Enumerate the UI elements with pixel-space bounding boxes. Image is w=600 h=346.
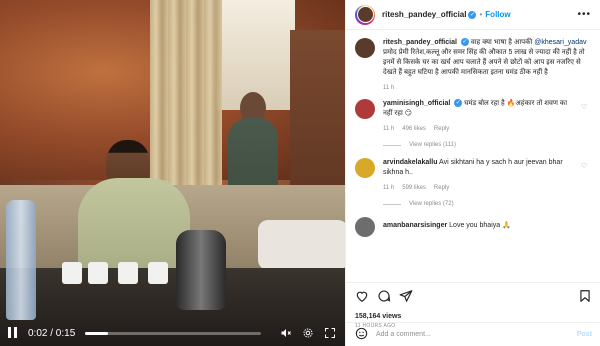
video-scene-cup: [118, 262, 138, 284]
reply-button[interactable]: Reply: [434, 124, 449, 134]
add-comment-bar: Add a comment... Post: [346, 322, 600, 346]
more-icon[interactable]: •••: [577, 9, 591, 20]
comment-likes[interactable]: 496 likes: [402, 124, 426, 134]
video-scene-cup: [148, 262, 168, 284]
comment-time: 11 h: [383, 185, 395, 191]
heart-icon[interactable]: [355, 289, 369, 308]
pause-icon[interactable]: [8, 327, 20, 339]
verified-icon: ✓: [468, 10, 477, 19]
video-scene-kettle: [176, 230, 226, 310]
bookmark-icon[interactable]: [578, 289, 592, 308]
video-progress-fill: [85, 331, 109, 335]
comment-icon[interactable]: [377, 289, 391, 308]
commenter-username[interactable]: amanbanarsisinger: [383, 222, 447, 229]
commenter-avatar[interactable]: [355, 158, 375, 178]
heart-icon[interactable]: ♡: [581, 158, 591, 193]
post-header: ritesh_pandey_official ✓ • Follow •••: [346, 0, 600, 30]
share-icon[interactable]: [399, 289, 413, 308]
comment-item: arvindakelakallu Avi sikhtani ha y sach …: [355, 158, 591, 193]
video-scene-cup: [62, 262, 82, 284]
view-replies-label: View replies (111): [409, 142, 457, 148]
commenter-username[interactable]: yaminisingh_official: [383, 100, 450, 107]
mute-icon[interactable]: [279, 326, 293, 340]
verified-icon: ✓: [454, 99, 463, 108]
verified-icon: ✓: [460, 38, 469, 47]
comment-item: yaminisingh_official ✓ घमंड बोल रहा है 🔥…: [355, 99, 591, 134]
caption-text-prefix: वाह क्या भाषा है आपकी: [470, 39, 535, 46]
video-progress-bar[interactable]: [85, 331, 261, 335]
comment-item: amanbanarsisinger Love you bhaiya 🙏: [355, 217, 591, 237]
comment-time: 11 h: [383, 126, 395, 132]
commenter-username[interactable]: arvindakelakallu: [383, 159, 437, 166]
follow-button[interactable]: Follow: [485, 10, 510, 19]
settings-icon[interactable]: [301, 326, 315, 340]
video-scene-cushion: [258, 220, 345, 270]
comment-likes[interactable]: 599 likes: [402, 183, 426, 193]
video-controls: 0:02 / 0:15: [0, 320, 345, 346]
caption: ritesh_pandey_official ✓ वाह क्या भाषा ह…: [355, 38, 591, 93]
video-player[interactable]: 0:02 / 0:15: [0, 0, 345, 346]
author-avatar[interactable]: [355, 4, 375, 25]
separator-dot: •: [479, 10, 483, 19]
fullscreen-icon[interactable]: [323, 326, 337, 340]
post-comment-button[interactable]: Post: [577, 331, 592, 338]
heart-icon[interactable]: ♡: [581, 99, 591, 134]
video-scene-bottle: [6, 200, 36, 320]
caption-text: प्रमोद प्रेमी रितेश,कल्लू और समर सिंह की…: [383, 49, 585, 76]
emoji-icon[interactable]: [355, 327, 368, 342]
view-replies-button[interactable]: View replies (72): [383, 199, 591, 209]
view-replies-label: View replies (72): [409, 201, 454, 207]
comment-text: Love you bhaiya 🙏: [449, 222, 511, 229]
caption-mention-link[interactable]: @khesari_yadav: [534, 39, 586, 46]
view-replies-button[interactable]: View replies (111): [383, 140, 591, 150]
instagram-post: 0:02 / 0:15 ritesh_pandey_official ✓ • F…: [0, 0, 600, 346]
video-time: 0:02 / 0:15: [28, 327, 76, 339]
caption-username[interactable]: ritesh_pandey_official: [383, 39, 457, 46]
post-side-panel: ritesh_pandey_official ✓ • Follow ••• ri…: [345, 0, 600, 346]
video-scene-cup: [88, 262, 108, 284]
commenter-avatar[interactable]: [355, 217, 375, 237]
reply-button[interactable]: Reply: [434, 183, 449, 193]
caption-avatar[interactable]: [355, 38, 375, 58]
caption-age: 11 h: [383, 85, 395, 91]
view-count[interactable]: 158,164 views: [355, 313, 592, 320]
commenter-avatar[interactable]: [355, 99, 375, 119]
comments-list: ritesh_pandey_official ✓ वाह क्या भाषा ह…: [346, 30, 600, 282]
add-comment-input[interactable]: Add a comment...: [376, 331, 577, 338]
author-username[interactable]: ritesh_pandey_official: [382, 10, 466, 19]
